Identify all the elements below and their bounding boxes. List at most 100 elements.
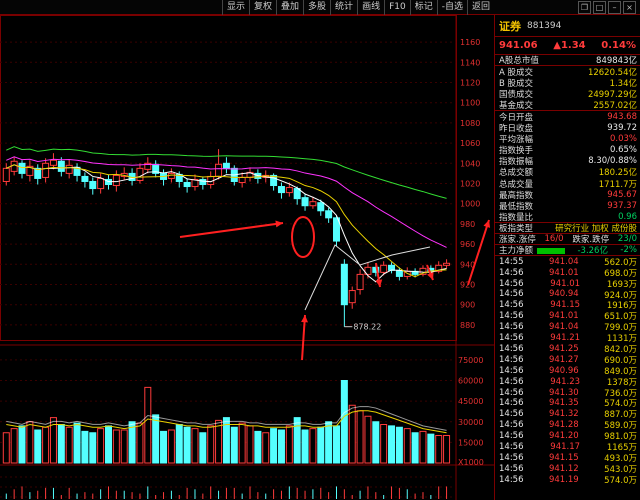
restore-icon[interactable]: ❐ (578, 1, 591, 14)
price-tick: 880 (460, 321, 475, 330)
volume-bar (372, 421, 380, 464)
trade-time: 14:56 (499, 300, 524, 311)
top-toolbar: 显示 复权 叠加 多股 统计 画线 F10 标记 -自选 返回 ❐ □ – × (0, 0, 640, 15)
volume-bar (183, 426, 191, 464)
trade-row: 14:55 941.04 562.0万 (495, 256, 640, 268)
candle-body (317, 202, 325, 212)
trade-time: 14:55 (499, 256, 524, 267)
trade-price: 941.01 (548, 311, 579, 322)
volume-bar (380, 424, 388, 464)
stat-row: 平均涨幅 0.03% (495, 133, 640, 145)
toolbar-button[interactable]: 画线 (357, 0, 384, 15)
candle-body (277, 186, 285, 194)
stat-label: 今日开盘 (499, 112, 534, 123)
volume-bar (42, 426, 50, 464)
stat-value: 945.67 (607, 189, 637, 200)
chart-svg[interactable]: 1160 1140 1120 1100 1080 1060 1040 1020 1000 980 9… (0, 15, 494, 500)
close-icon[interactable]: × (623, 1, 636, 14)
maximize-icon[interactable]: □ (593, 1, 606, 14)
stat-row: A股总市值 849843亿 (495, 55, 640, 67)
trade-price: 941.01 (550, 278, 581, 289)
candle-body (238, 176, 246, 183)
annotation-arrow (467, 219, 490, 286)
price-tick: 980 (460, 220, 475, 229)
volume-bar (301, 429, 309, 464)
toolbar-button[interactable]: 统计 (330, 0, 357, 15)
stat-label: 昨日收盘 (499, 123, 534, 134)
toolbar-button[interactable]: 复权 (249, 0, 276, 15)
volume-bar (207, 425, 215, 464)
candle-body (49, 159, 57, 166)
trade-price: 941.27 (548, 354, 579, 365)
stat-row: 指数振幅 8.30/0.88% (495, 156, 640, 167)
toolbar-button[interactable]: 多股 (303, 0, 330, 15)
volume-bar (356, 410, 364, 464)
trade-price: 941.15 (550, 300, 581, 311)
trade-time: 14:56 (499, 376, 524, 387)
stat-row: 总成交额 180.25亿 (495, 167, 640, 178)
trade-row: 14:56 941.30 736.0万 (495, 387, 640, 399)
volume-bar (112, 429, 120, 464)
kline-chart[interactable]: 1160 1140 1120 1100 1080 1060 1040 1020 1000 980 9… (0, 15, 494, 500)
stats-list: A股总市值 849843亿 A 股成交 12620.54亿 B 股成交 1.34亿 国债成交… (495, 55, 640, 223)
volume-bar (262, 432, 270, 464)
volume-bar (215, 419, 223, 464)
stat-row: 今日开盘 943.68 (495, 111, 640, 123)
volume-bar (10, 428, 18, 464)
stat-value: 180.25亿 (598, 168, 637, 179)
trade-time: 14:56 (499, 354, 524, 365)
low-label: 878.22 (353, 323, 381, 332)
toolbar-button[interactable]: F10 (384, 0, 410, 15)
toolbar-button[interactable]: 叠加 (276, 0, 303, 15)
volume-bar (277, 429, 285, 464)
candle-body (136, 167, 144, 181)
window-controls: ❐ □ – × (494, 0, 640, 15)
trade-price: 941.30 (548, 387, 579, 398)
volume-bar (332, 425, 340, 464)
trade-time: 14:56 (499, 441, 524, 452)
toolbar-button[interactable]: -自选 (436, 0, 467, 15)
trade-time: 14:56 (499, 409, 524, 420)
stat-value: 0.03% (609, 133, 637, 144)
stat-row: A 股成交 12620.54亿 (495, 66, 640, 78)
volume-bar (309, 428, 317, 464)
stat-row: 最高指数 945.67 (495, 189, 640, 201)
price-tick: 1080 (460, 119, 480, 128)
volume-bar (167, 429, 175, 464)
stat-value: 8.30/0.88% (588, 156, 637, 167)
minimize-icon[interactable]: – (608, 1, 621, 14)
volume-bar (340, 380, 348, 464)
trade-row: 14:56 941.01 1693万 (495, 278, 640, 290)
volume-bar (427, 433, 435, 464)
volume-bar (34, 429, 42, 464)
trade-time: 14:56 (499, 420, 524, 431)
stat-row: 昨日收盘 939.72 (495, 122, 640, 134)
toolbar-button[interactable]: 返回 (466, 0, 494, 15)
candle-body (89, 180, 97, 190)
trade-price: 941.04 (548, 322, 579, 333)
candle-body (348, 290, 356, 304)
trade-row: 14:56 941.28 589.0万 (495, 420, 640, 431)
trade-time: 14:56 (499, 452, 524, 463)
trade-price: 941.19 (548, 474, 579, 485)
trade-row: 14:56 941.27 690.0万 (495, 354, 640, 366)
volume-bar (317, 426, 325, 464)
volume-bar (443, 435, 451, 464)
volume-bar (144, 386, 152, 464)
candle-body (443, 262, 451, 266)
trade-row: 14:56 941.17 1165万 (495, 442, 640, 453)
trade-time: 14:56 (499, 463, 524, 474)
volume-tick: 60000 (458, 377, 483, 386)
volume-tick: 75000 (458, 356, 483, 365)
price-tick: 1160 (460, 38, 480, 47)
trade-price: 941.20 (548, 431, 579, 442)
quote-panel: 证券 881394 941.06 ▲1.34 0.14% A股总市值 849843… (494, 15, 640, 500)
volume-bar (254, 430, 262, 464)
trade-price: 940.96 (548, 365, 579, 376)
toolbar-button[interactable]: 标记 (409, 0, 437, 15)
volume-bar (419, 430, 427, 464)
toolbar-button[interactable]: 显示 (221, 0, 249, 15)
volume-bar (104, 425, 112, 464)
volume-bar (18, 425, 26, 464)
price-tick: 960 (460, 240, 475, 249)
